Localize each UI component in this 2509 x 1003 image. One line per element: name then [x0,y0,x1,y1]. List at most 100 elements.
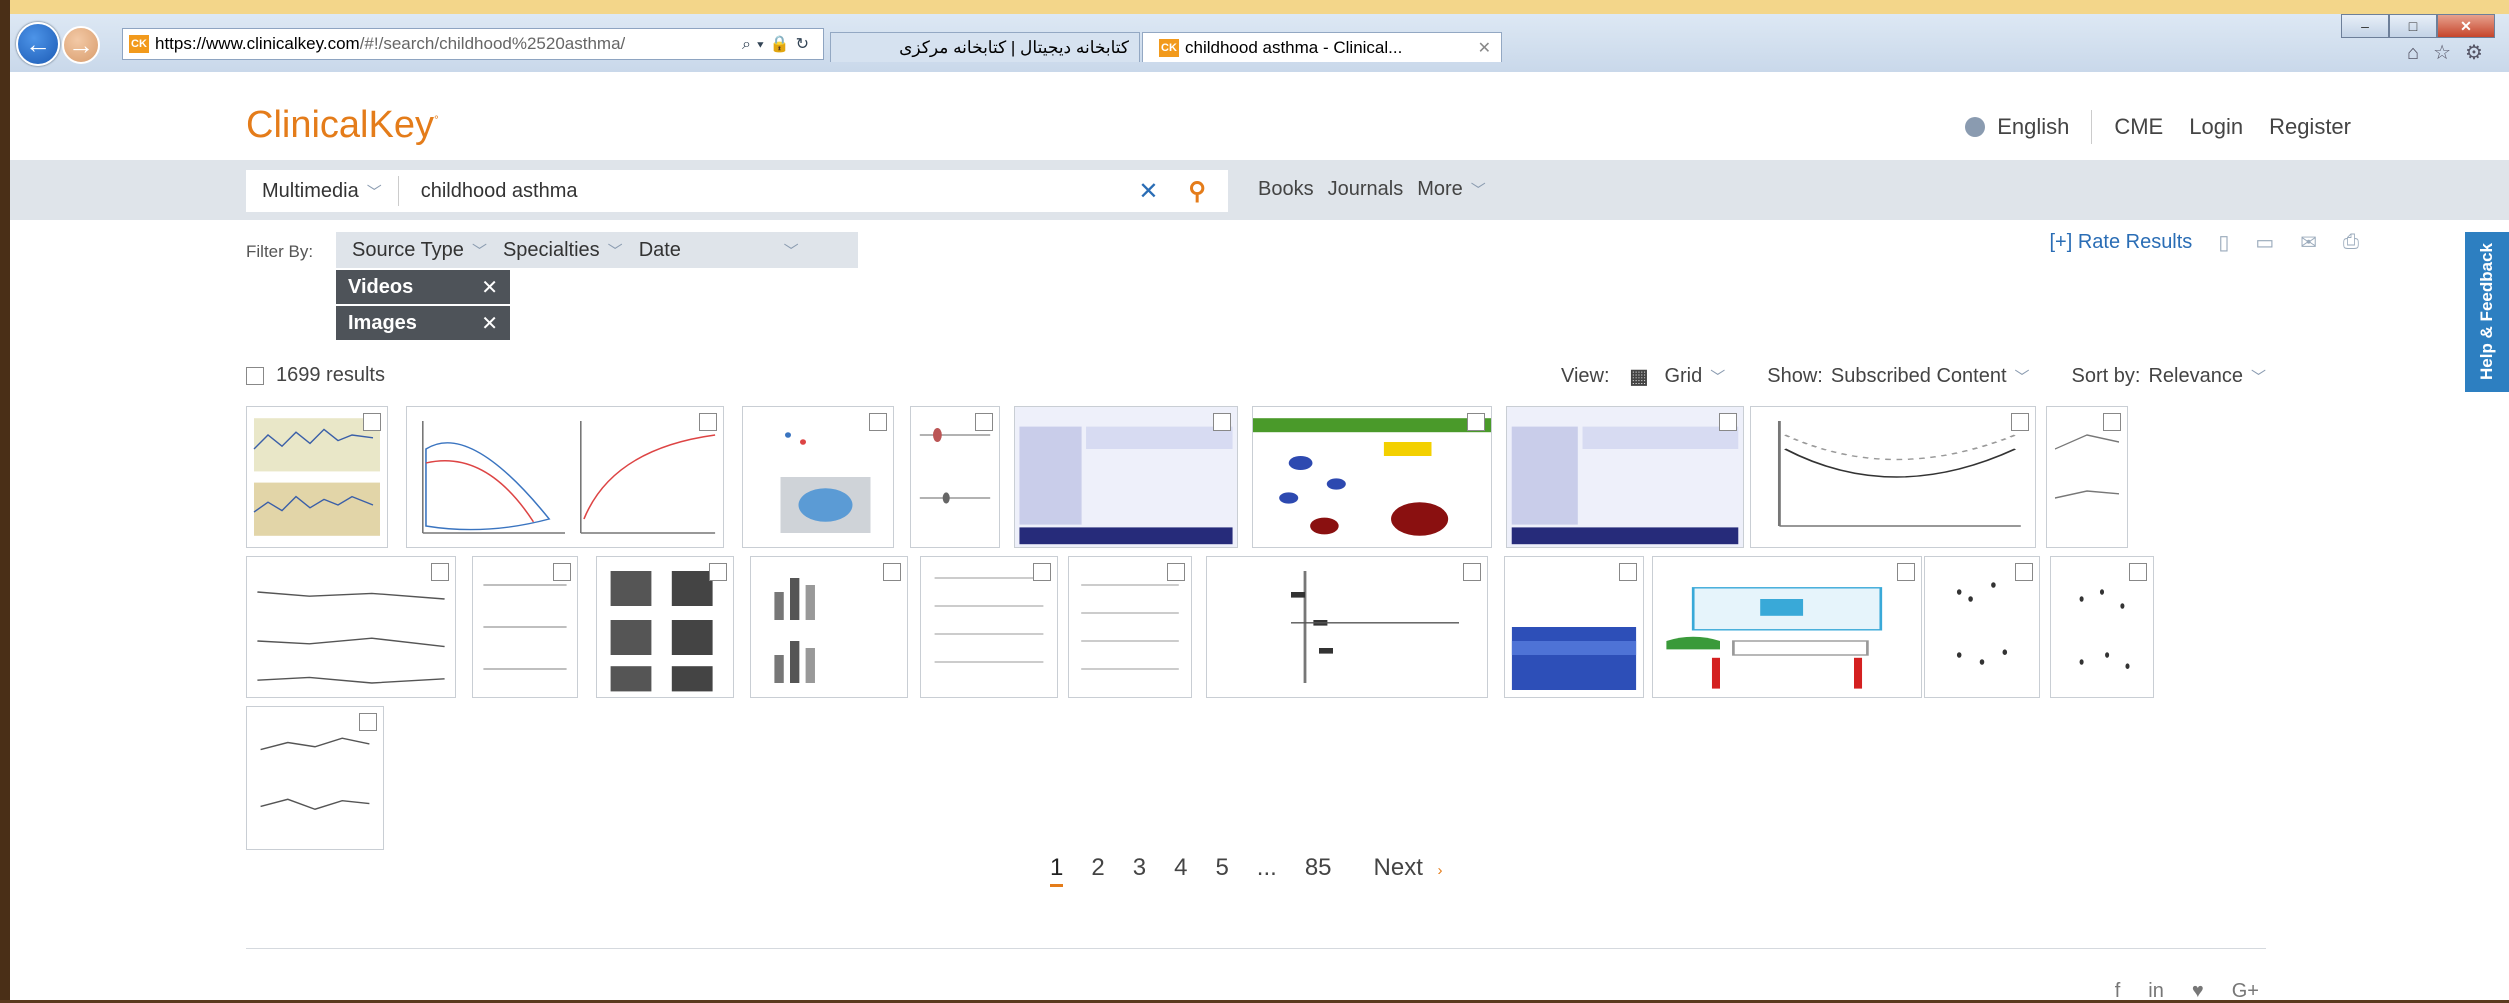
result-checkbox[interactable] [1619,563,1637,581]
result-thumbnail[interactable] [1504,556,1644,698]
search-icon[interactable]: ⚲ [1188,177,1206,206]
result-checkbox[interactable] [1213,413,1231,431]
result-checkbox[interactable] [2015,563,2033,581]
next-page-button[interactable]: Next › [1374,854,1443,887]
maximize-button[interactable]: □ [2389,14,2437,38]
presentation-icon[interactable]: ▭ [2255,230,2274,255]
address-bar[interactable]: CK https://www.clinicalkey.com /#!/searc… [122,28,824,60]
forward-button[interactable]: → [62,26,100,64]
globe-icon [1965,117,1986,137]
desktop-frame-left [0,0,10,1000]
login-link[interactable]: Login [2189,114,2243,140]
top-nav: English CME Login Register [1965,110,2351,144]
result-thumbnail[interactable] [2050,556,2154,698]
more-menu[interactable]: More ﹀ [1417,178,1486,201]
result-thumbnail[interactable] [1506,406,1744,548]
result-checkbox[interactable] [1463,563,1481,581]
result-thumbnail[interactable] [2046,406,2128,548]
tab-close-icon[interactable]: ✕ [1478,38,1491,58]
browser-tools[interactable]: ⌂☆⚙ [2407,40,2497,65]
remove-chip-icon[interactable]: ✕ [481,311,498,336]
result-thumbnail[interactable] [246,706,384,850]
clinicalkey-logo[interactable]: ClinicalKey° [246,104,439,147]
filter-specialties[interactable]: Specialties ﹀ [503,239,623,262]
page-link-2[interactable]: 2 [1091,854,1104,887]
remove-chip-icon[interactable]: ✕ [481,275,498,300]
result-thumbnail[interactable] [1252,406,1492,548]
result-checkbox[interactable] [553,563,571,581]
show-label: Show: [1767,365,1823,387]
next-label: Next [1373,854,1423,881]
page-link-1[interactable]: 1 [1050,854,1064,887]
select-all-checkbox[interactable] [246,366,264,385]
result-thumbnail[interactable] [596,556,734,698]
journals-link[interactable]: Journals [1328,178,1404,201]
show-select[interactable]: Subscribed Content ﹀ [1831,365,2030,388]
filter-specialties-label: Specialties [502,238,600,261]
result-checkbox[interactable] [359,713,377,731]
page-link-3[interactable]: 3 [1133,854,1146,887]
search-type-select[interactable]: Multimedia ﹀ [246,176,399,206]
help-feedback-tab[interactable]: Help & Feedback [2465,232,2509,392]
result-checkbox[interactable] [2011,413,2029,431]
page-link-4[interactable]: 4 [1174,854,1187,887]
cme-link[interactable]: CME [2114,114,2163,140]
minimize-button[interactable]: – [2341,14,2389,38]
result-checkbox[interactable] [1033,563,1051,581]
result-thumbnail[interactable] [1652,556,1922,698]
result-checkbox[interactable] [431,563,449,581]
result-thumbnail[interactable] [910,406,1000,548]
email-icon[interactable]: ✉ [2300,230,2317,255]
result-thumbnail[interactable] [406,406,724,548]
result-checkbox[interactable] [883,563,901,581]
tab-library-label: کتابخانه دیجیتال | کتابخانه مرکزی [899,37,1129,57]
result-checkbox[interactable] [2103,413,2121,431]
view-value: Grid [1664,365,1703,387]
page-link-85[interactable]: 85 [1305,854,1332,887]
result-checkbox[interactable] [699,413,717,431]
filter-source-type[interactable]: Source Type ﹀ [352,239,487,262]
result-thumbnail[interactable] [742,406,894,548]
search-input[interactable]: childhood asthma [399,180,1139,203]
result-thumbnail[interactable] [246,406,388,548]
print-icon[interactable]: ⎙ [2343,231,2359,254]
page-link-5[interactable]: 5 [1215,854,1228,887]
pagination: 1 2 3 4 5 ... 85 Next › [1050,854,1443,887]
result-checkbox[interactable] [869,413,887,431]
result-thumbnail[interactable] [1206,556,1488,698]
result-checkbox[interactable] [1719,413,1737,431]
filter-date[interactable]: Date ﹀ [639,239,799,262]
books-link[interactable]: Books [1258,178,1314,201]
result-checkbox[interactable] [1467,413,1485,431]
sort-select[interactable]: Relevance ﹀ [2148,365,2266,388]
register-link[interactable]: Register [2269,114,2351,140]
language-link[interactable]: English [1997,114,2069,140]
filter-chip-videos[interactable]: Videos ✕ [336,270,510,304]
tab-library[interactable]: کتابخانه دیجیتال | کتابخانه مرکزی [830,32,1140,62]
result-thumbnail[interactable] [1014,406,1238,548]
tab-clinicalkey[interactable]: CK childhood asthma - Clinical... ✕ [1142,32,1502,62]
nav-divider [2091,110,2093,144]
clear-search-icon[interactable]: ✕ [1138,177,1158,206]
result-thumbnail[interactable] [920,556,1058,698]
back-button[interactable]: ← [16,22,60,66]
page-ellipsis: ... [1256,854,1277,881]
bookmark-icon[interactable]: ▯ [2218,230,2229,255]
result-thumbnail[interactable] [1068,556,1192,698]
result-checkbox[interactable] [2129,563,2147,581]
result-thumbnail[interactable] [1750,406,2036,548]
filter-chip-images[interactable]: Images ✕ [336,306,510,340]
result-thumbnail[interactable] [472,556,578,698]
close-window-button[interactable]: ✕ [2437,14,2495,38]
rate-results-link[interactable]: [+] Rate Results [2049,231,2192,254]
result-thumbnail[interactable] [1924,556,2040,698]
view-select[interactable]: Grid ﹀ [1664,365,1725,388]
result-checkbox[interactable] [709,563,727,581]
result-checkbox[interactable] [1167,563,1185,581]
result-thumbnail[interactable] [750,556,908,698]
result-checkbox[interactable] [1897,563,1915,581]
result-thumbnail[interactable] [246,556,456,698]
result-checkbox[interactable] [975,413,993,431]
address-bar-icons[interactable]: ⌕▾🔒↻ [742,34,823,54]
result-checkbox[interactable] [363,413,381,431]
